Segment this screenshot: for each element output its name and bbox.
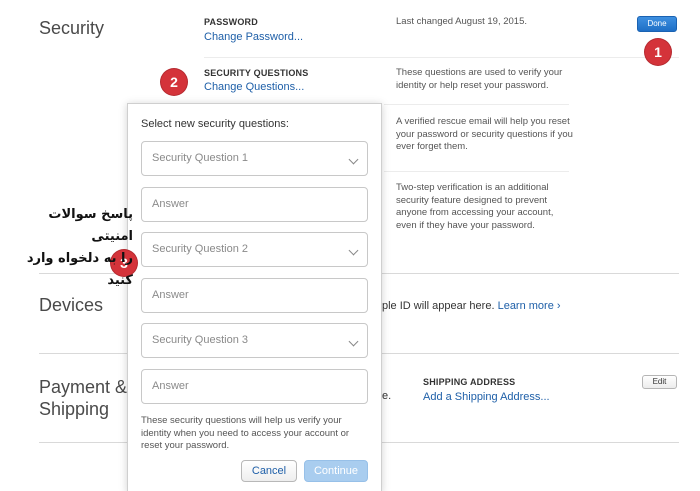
security-questions-dialog: Select new security questions: Security … bbox=[127, 103, 382, 491]
answer-3-input[interactable]: Answer bbox=[141, 369, 368, 404]
done-button[interactable]: Done bbox=[637, 16, 677, 32]
answer-1-placeholder: Answer bbox=[152, 198, 189, 210]
step-1-marker: 1 bbox=[645, 39, 671, 65]
change-questions-link[interactable]: Change Questions... bbox=[204, 81, 304, 93]
questions-description: These questions are used to verify your … bbox=[396, 67, 563, 91]
chevron-down-icon bbox=[348, 245, 359, 256]
persian-instruction-text: پاسخ سوالات امنیتی را به دلخواه وارد کنی… bbox=[4, 204, 133, 292]
security-section-title: Security bbox=[39, 18, 105, 38]
learn-more-link[interactable]: Learn more › bbox=[498, 300, 561, 312]
payment-section-title: Payment & Shipping bbox=[39, 377, 128, 419]
two-step-description: Two-step verification is an additional s… bbox=[396, 182, 554, 231]
security-question-2-select[interactable]: Security Question 2 bbox=[141, 232, 368, 267]
devices-section-title: Devices bbox=[39, 295, 104, 315]
persian-instruction-line-1: پاسخ سوالات امنیتی bbox=[48, 207, 133, 244]
security-question-3-placeholder: Security Question 3 bbox=[152, 334, 248, 346]
payment-partial-text: e. bbox=[382, 390, 392, 402]
continue-button[interactable]: Continue bbox=[304, 460, 368, 482]
shipping-address-label: SHIPPING ADDRESS bbox=[423, 377, 516, 387]
answer-3-placeholder: Answer bbox=[152, 380, 189, 392]
chevron-down-icon bbox=[348, 336, 359, 347]
devices-partial-text: ple ID will appear here. bbox=[382, 300, 495, 312]
answer-2-input[interactable]: Answer bbox=[141, 278, 368, 313]
cancel-button[interactable]: Cancel bbox=[241, 460, 297, 482]
persian-instruction-line-2: را به دلخواه وارد کنید bbox=[26, 251, 133, 288]
step-2-marker: 2 bbox=[161, 69, 187, 95]
security-question-1-select[interactable]: Security Question 1 bbox=[141, 141, 368, 176]
change-password-link[interactable]: Change Password... bbox=[204, 31, 303, 43]
chevron-down-icon bbox=[348, 154, 359, 165]
row-divider bbox=[204, 57, 679, 58]
dialog-heading: Select new security questions: bbox=[141, 118, 289, 130]
row-divider bbox=[384, 171, 569, 172]
rescue-email-description: A verified rescue email will help you re… bbox=[396, 116, 573, 152]
answer-1-input[interactable]: Answer bbox=[141, 187, 368, 222]
security-questions-label: SECURITY QUESTIONS bbox=[204, 68, 309, 78]
answer-2-placeholder: Answer bbox=[152, 289, 189, 301]
row-divider bbox=[384, 104, 569, 105]
security-question-3-select[interactable]: Security Question 3 bbox=[141, 323, 368, 358]
add-shipping-address-link[interactable]: Add a Shipping Address... bbox=[423, 391, 550, 403]
devices-info-text: ple ID will appear here. Learn more › bbox=[382, 300, 561, 312]
password-label: PASSWORD bbox=[204, 17, 258, 27]
dialog-note: These security questions will help us ve… bbox=[141, 415, 350, 451]
edit-button[interactable]: Edit bbox=[642, 375, 677, 389]
password-status: Last changed August 19, 2015. bbox=[396, 16, 527, 27]
security-question-1-placeholder: Security Question 1 bbox=[152, 152, 248, 164]
security-question-2-placeholder: Security Question 2 bbox=[152, 243, 248, 255]
